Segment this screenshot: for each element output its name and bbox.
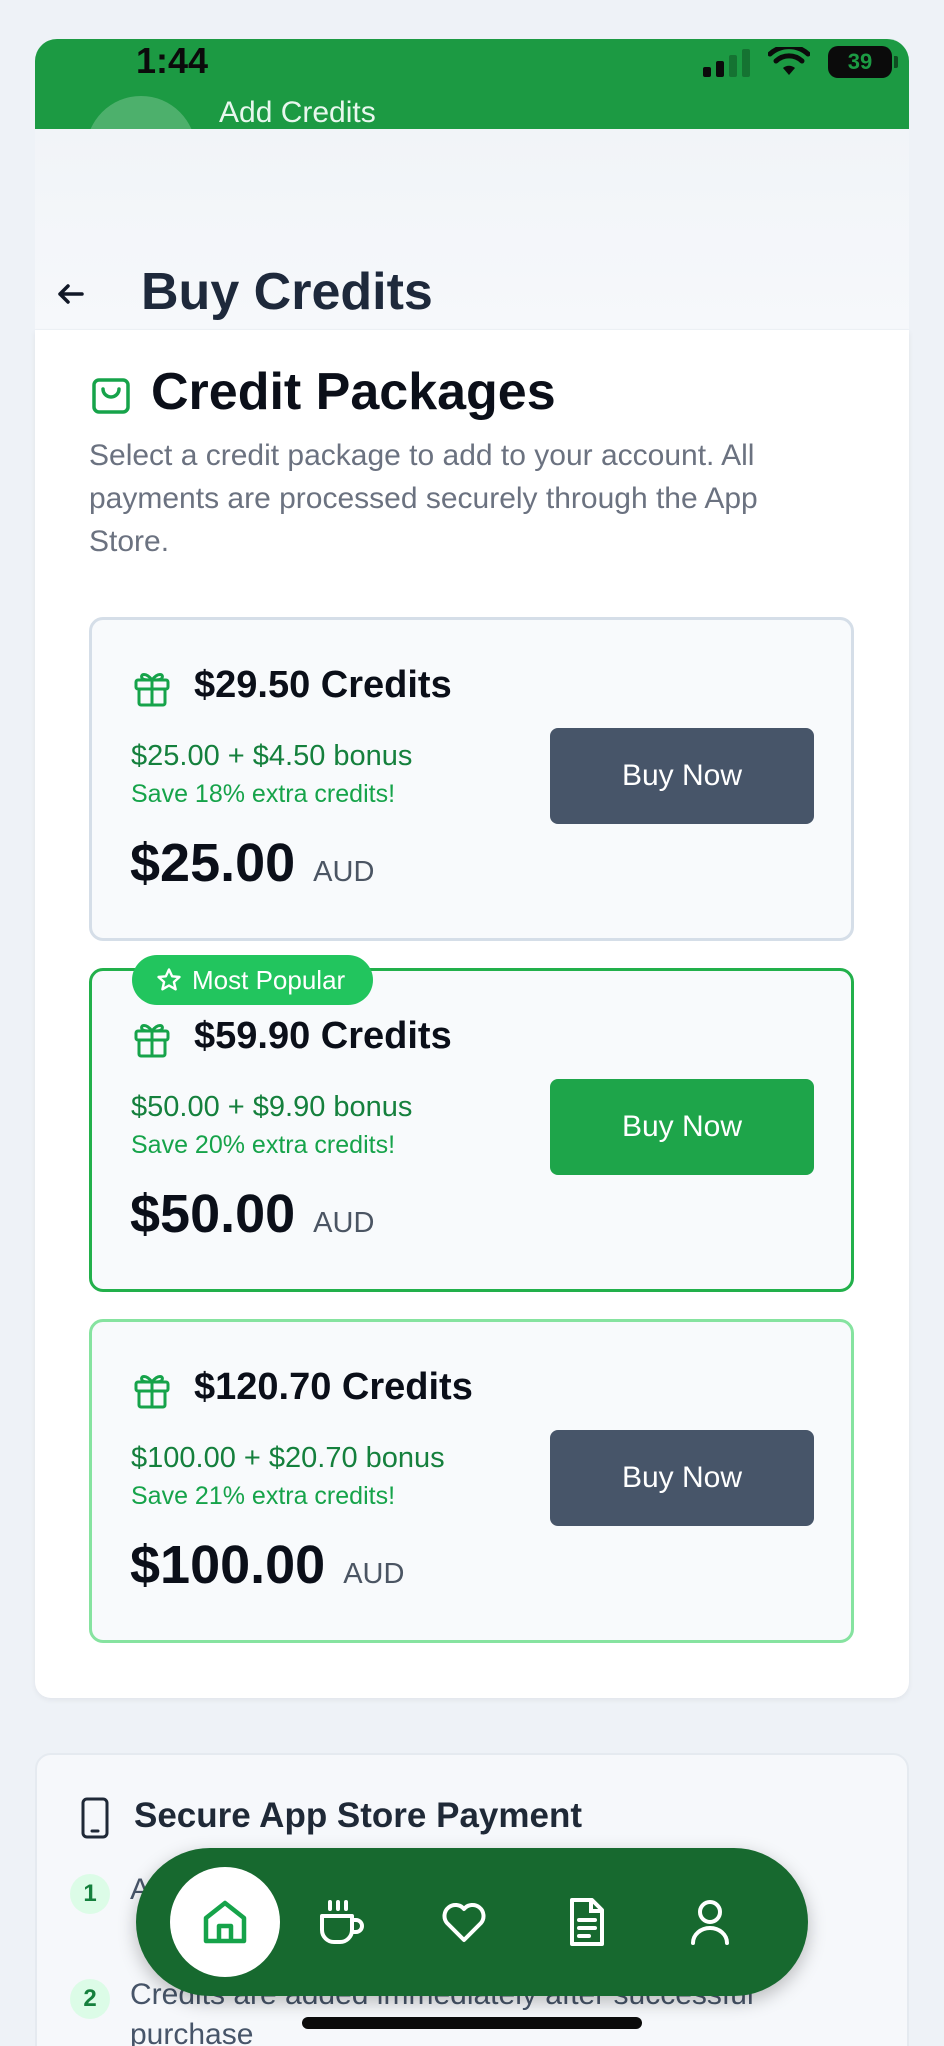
signal-icon	[703, 47, 750, 77]
package-title: $29.50 Credits	[194, 664, 452, 706]
secure-payment-title: Secure App Store Payment	[134, 1796, 583, 1835]
buy-now-button[interactable]: Buy Now	[550, 728, 814, 824]
package-title: $59.90 Credits	[194, 1015, 452, 1057]
price-currency: AUD	[313, 1207, 375, 1239]
home-indicator[interactable]	[302, 2017, 642, 2029]
nav-profile-button[interactable]	[680, 1892, 740, 1952]
package-bonus: $50.00 + $9.90 bonus	[131, 1091, 413, 1123]
step-number: 1	[70, 1874, 110, 1914]
gift-icon	[134, 1024, 170, 1058]
package-savings: Save 18% extra credits!	[131, 780, 396, 808]
phone-icon	[81, 1797, 109, 1839]
coffee-icon	[320, 1900, 364, 1944]
wifi-icon	[768, 47, 810, 75]
nav-favorites-button[interactable]	[434, 1892, 494, 1952]
nav-coffee-button[interactable]	[310, 1892, 370, 1952]
gift-icon	[134, 1375, 170, 1409]
package-bonus: $25.00 + $4.50 bonus	[131, 740, 413, 772]
shopping-bag-icon	[92, 378, 130, 414]
price-amount: $50.00	[130, 1184, 296, 1244]
package-card: $120.70 Credits $100.00 + $20.70 bonus S…	[89, 1319, 854, 1643]
nav-home-button[interactable]	[170, 1867, 280, 1977]
most-popular-badge: Most Popular	[132, 955, 374, 1005]
status-time: 1:44	[136, 40, 209, 81]
section-title: Credit Packages	[151, 363, 556, 421]
package-price: $25.00 AUD	[130, 832, 374, 894]
package-price: $50.00 AUD	[130, 1183, 374, 1245]
document-icon	[570, 1898, 604, 1946]
buy-now-button[interactable]: Buy Now	[550, 1430, 814, 1526]
package-card: $29.50 Credits $25.00 + $4.50 bonus Save…	[89, 617, 854, 941]
page-title: Buy Credits	[141, 263, 433, 321]
package-savings: Save 21% extra credits!	[131, 1482, 396, 1510]
package-card-popular: Most Popular $59.90 Credits $50.00 + $9.…	[89, 955, 854, 1292]
heart-icon	[442, 1903, 486, 1942]
user-icon	[691, 1900, 729, 1945]
bottom-navigation	[136, 1848, 808, 1996]
back-arrow-icon[interactable]	[52, 276, 88, 312]
status-icons: 39	[703, 46, 898, 78]
price-currency: AUD	[343, 1558, 405, 1590]
package-bonus: $100.00 + $20.70 bonus	[131, 1442, 445, 1474]
price-amount: $100.00	[130, 1535, 326, 1595]
price-currency: AUD	[313, 856, 375, 888]
nav-documents-button[interactable]	[556, 1892, 616, 1952]
underlying-header-title: Add Credits	[219, 96, 376, 129]
package-savings: Save 20% extra credits!	[131, 1131, 396, 1159]
home-icon	[203, 1900, 247, 1944]
star-icon	[157, 968, 181, 991]
gift-icon	[134, 673, 170, 707]
price-amount: $25.00	[130, 833, 296, 893]
step-number: 2	[70, 1979, 110, 2019]
badge-label: Most Popular	[192, 964, 346, 995]
battery-icon: 39	[828, 46, 898, 78]
section-description: Select a credit package to add to your a…	[89, 439, 758, 558]
buy-now-button[interactable]: Buy Now	[550, 1079, 814, 1175]
package-price: $100.00 AUD	[130, 1534, 404, 1596]
package-title: $120.70 Credits	[194, 1366, 473, 1408]
